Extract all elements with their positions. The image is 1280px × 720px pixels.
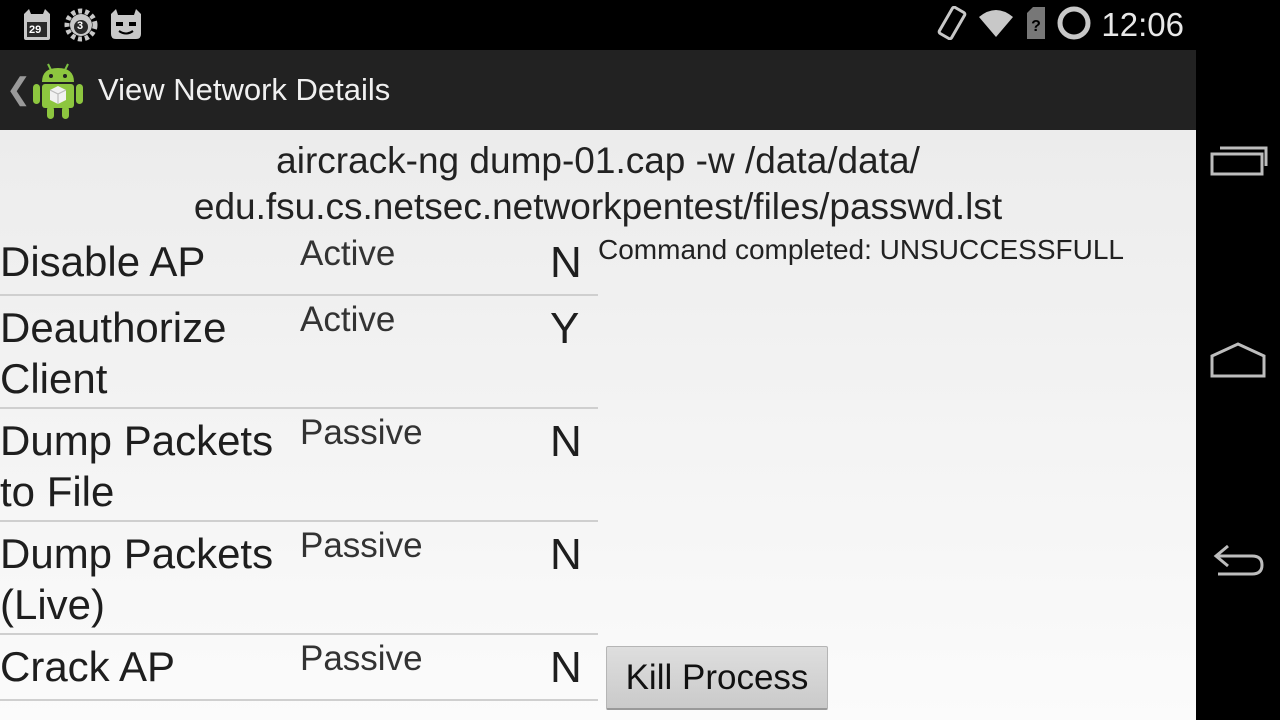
up-caret-icon[interactable]: ❮ xyxy=(6,72,31,107)
row-name: Crack AP xyxy=(0,643,176,690)
row-type: Passive xyxy=(300,413,423,452)
page-title: View Network Details xyxy=(98,72,391,107)
settings-gear-icon: 3 xyxy=(64,8,98,42)
attack-table: Disable AP Active N Deauthorize Client A… xyxy=(0,230,598,701)
row-name: Disable AP xyxy=(0,238,206,285)
command-line-1: aircrack-ng dump-01.cap -w /data/data/ xyxy=(276,140,920,181)
row-flag: N xyxy=(550,417,582,466)
row-flag: Y xyxy=(550,304,580,353)
calendar-cat-icon: 29 xyxy=(20,8,54,42)
row-type: Active xyxy=(300,300,396,339)
content-area: aircrack-ng dump-01.cap -w /data/data/ e… xyxy=(0,130,1196,720)
row-name: Deauthorize Client xyxy=(0,304,227,402)
command-status-text: Command completed: UNSUCCESSFULL xyxy=(598,234,1124,265)
no-sim-icon: ? xyxy=(1025,6,1047,44)
clock: 12:06 xyxy=(1101,6,1184,43)
android-app-icon[interactable] xyxy=(30,60,86,120)
table-row-deauthorize-client[interactable]: Deauthorize Client Active Y xyxy=(0,296,598,409)
cyanogen-mascot-icon xyxy=(108,8,142,42)
battery-charging-icon xyxy=(1057,6,1091,45)
recent-apps-icon[interactable] xyxy=(1204,130,1272,190)
table-row-dump-packets-live[interactable]: Dump Packets (Live) Passive N xyxy=(0,522,598,635)
table-row-disable-ap[interactable]: Disable AP Active N xyxy=(0,230,598,296)
kill-process-button[interactable]: Kill Process xyxy=(606,646,828,710)
wifi-icon xyxy=(977,7,1015,44)
row-name: Dump Packets (Live) xyxy=(0,530,274,628)
row-flag: N xyxy=(550,530,582,579)
row-type: Active xyxy=(300,234,396,273)
row-type: Passive xyxy=(300,639,423,678)
row-flag: N xyxy=(550,643,582,692)
action-bar: ❮ View Network Details xyxy=(0,50,1196,132)
command-line-2: edu.fsu.cs.netsec.networkpentest/files/p… xyxy=(193,186,1003,227)
navigation-bar xyxy=(1196,0,1280,720)
home-icon[interactable] xyxy=(1204,330,1272,390)
table-row-dump-packets-file[interactable]: Dump Packets to File Passive N xyxy=(0,409,598,522)
table-row-crack-ap[interactable]: Crack AP Passive N xyxy=(0,635,598,701)
command-text: aircrack-ng dump-01.cap -w /data/data/ e… xyxy=(0,138,1196,230)
status-bar: 29 3 ? 12:06 xyxy=(0,0,1196,50)
back-icon[interactable] xyxy=(1204,530,1272,590)
screen-rotation-icon xyxy=(937,5,967,45)
row-flag: N xyxy=(550,238,582,287)
svg-text:?: ? xyxy=(1032,18,1042,35)
row-name: Dump Packets to File xyxy=(0,417,274,515)
row-type: Passive xyxy=(300,526,423,565)
